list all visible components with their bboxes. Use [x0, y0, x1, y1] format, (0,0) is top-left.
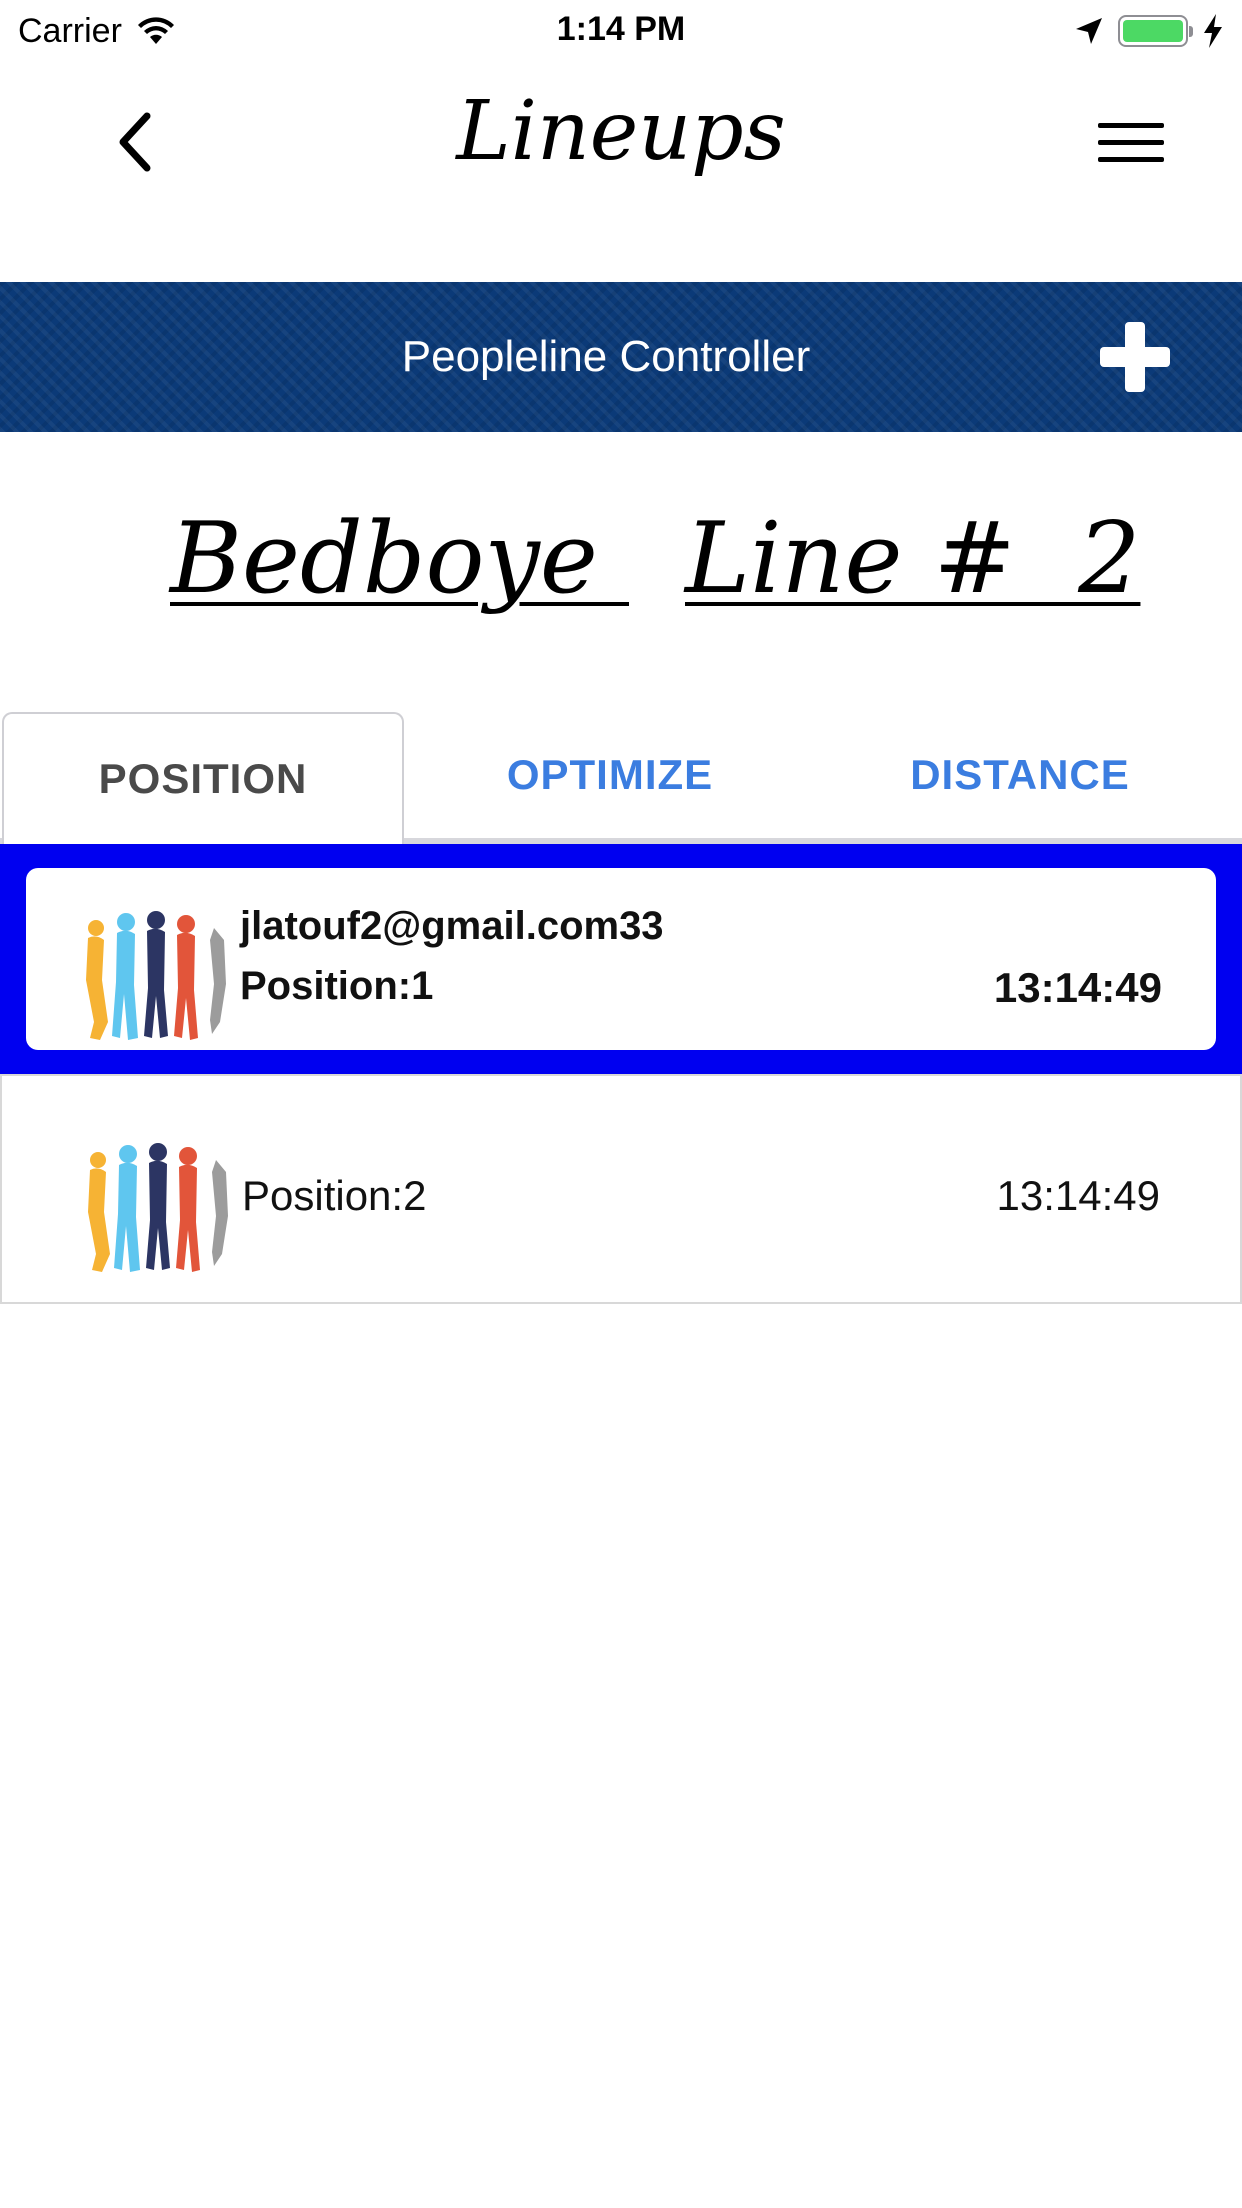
position-label: Position:1: [240, 964, 434, 1008]
position-label: Position:2: [242, 1172, 427, 1219]
menu-button[interactable]: [1098, 107, 1168, 177]
tab-distance[interactable]: DISTANCE: [820, 712, 1220, 838]
hamburger-line: [1098, 139, 1164, 145]
hamburger-line: [1098, 156, 1164, 162]
list-item-card: jlatouf2@gmail.com33 Position:1 13:14:49: [26, 868, 1216, 1050]
controller-banner: Peopleline Controller: [0, 282, 1242, 432]
line-headers: Bedboye Line # 2: [0, 432, 1242, 692]
people-line-icon: [88, 1143, 228, 1272]
battery-level: [1123, 20, 1183, 42]
app-title: Lineups: [456, 84, 786, 179]
add-button[interactable]: [1100, 322, 1170, 392]
people-line-icon: [86, 911, 226, 1040]
tab-bar: POSITION OPTIMIZE DISTANCE: [0, 712, 1242, 844]
hamburger-menu-icon: [1098, 122, 1164, 128]
status-time: 1:14 PM: [556, 10, 686, 48]
user-email: jlatouf2@gmail.com33: [240, 904, 664, 948]
nav-bar: Lineups: [0, 62, 1242, 282]
list-item[interactable]: jlatouf2@gmail.com33 Position:1 13:14:49: [0, 844, 1242, 1074]
status-bar: Carrier 1:14 PM: [0, 0, 1242, 62]
line-number: Line # 2: [685, 502, 1141, 616]
position-time: 13:14:49: [993, 964, 1162, 1011]
battery-icon: [1118, 15, 1193, 47]
position-time: 13:14:49: [996, 1172, 1161, 1219]
tab-position[interactable]: POSITION: [2, 712, 404, 844]
business-name: Bedboye: [170, 502, 629, 616]
banner-title: Peopleline Controller: [401, 332, 811, 381]
tab-optimize[interactable]: OPTIMIZE: [410, 712, 810, 838]
list-item[interactable]: Position:2 13:14:49: [0, 1074, 1242, 1304]
